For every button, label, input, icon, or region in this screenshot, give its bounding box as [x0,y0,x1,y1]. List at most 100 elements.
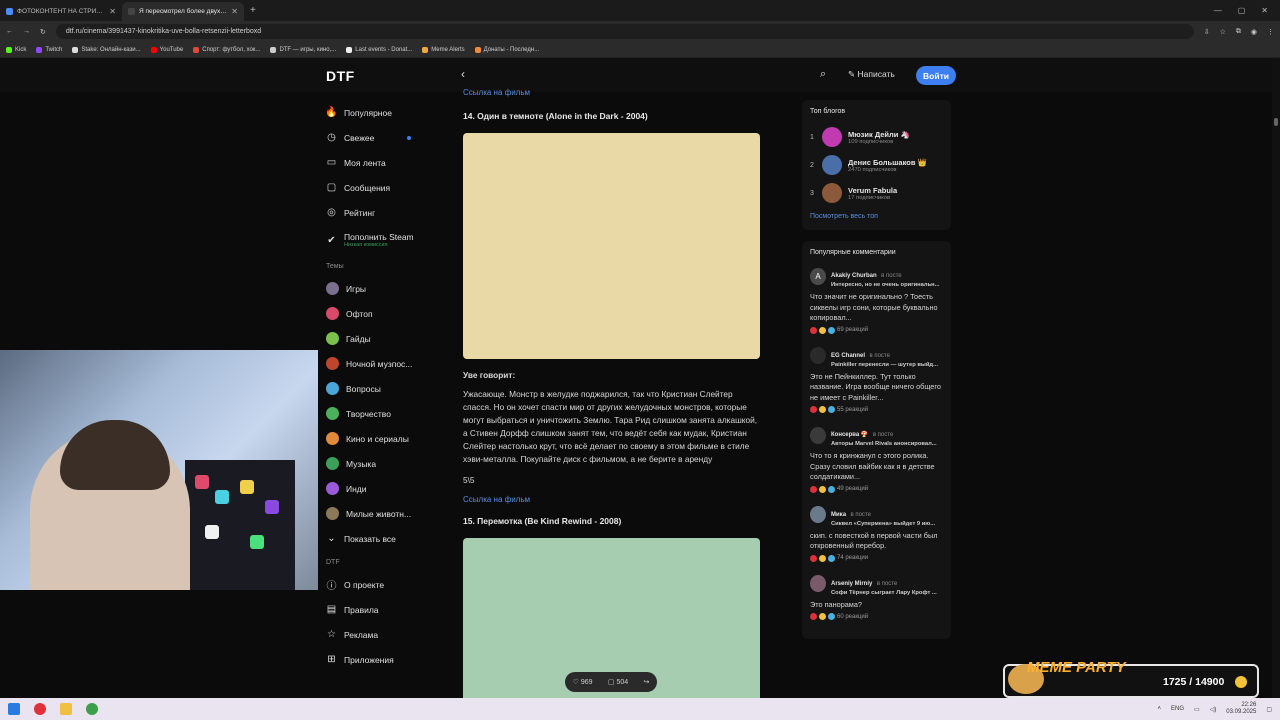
bookmark[interactable]: Kick [6,46,26,53]
notifications-icon[interactable]: ▢ [1266,706,1272,713]
write-button[interactable]: ✎ Написать [848,69,895,80]
browser-tab[interactable]: ФОТОКОНТЕНТ НА СТРИМ М ✕ [0,2,122,21]
sidebar-topic[interactable]: Вопросы [326,376,446,401]
topic-label: Инди [346,483,367,494]
reaction-emoji-icon [810,554,817,562]
comment-head: Arseniy Mirniy в посте Софи Тёрнер сыграе… [810,572,943,596]
bookmark[interactable]: Twitch [36,46,62,53]
page-scrollbar[interactable] [1272,58,1280,698]
sidebar-topic[interactable]: Игры [326,276,446,301]
comment-item[interactable]: A Akakiy Churban в посте Интересно, но не … [810,264,943,334]
bookmark-icon [346,46,353,53]
comment-post-title[interactable]: Сиквел «Супермена» выйдет 9 ию... [831,521,943,527]
windows-start-icon[interactable] [8,703,20,715]
bookmarks-bar: Kick Twitch Stake: Онлайн-кази... YouTub… [0,42,1280,58]
chevron-up-icon[interactable]: ˄ [1157,706,1161,712]
sidebar-dtf-item[interactable]: ▤ Правила [326,597,446,622]
login-button[interactable]: Войти [916,66,956,85]
comment-item[interactable]: EG Channel в посте Painkiller перенесли —… [810,344,943,413]
back-icon[interactable]: ← [6,28,13,35]
top-blog-item[interactable]: 1 Мюзик Дейли 🦄 109 подписчиков [810,123,943,151]
comment-item[interactable]: Arseniy Mirniy в посте Софи Тёрнер сыграе… [810,572,943,620]
minimize-icon[interactable]: — [1214,6,1222,15]
maximize-icon[interactable]: ▢ [1238,6,1246,15]
info-icon: ⓘ [326,581,337,592]
comment-post-title[interactable]: Софи Тёрнер сыграет Лару Крофт ... [831,590,943,596]
bookmark[interactable]: YouTube [150,46,183,53]
sidebar-item[interactable]: 🔥 Популярное [325,100,446,125]
like-button[interactable]: ♡ 969 [573,678,593,686]
comment-author[interactable]: EG Channel [831,353,865,359]
bookmark[interactable]: DTF — игры, кино,... [270,46,336,53]
comment-item[interactable]: Консерва 🍄 в посте Авторы Marvel Rivals а… [810,423,943,493]
new-tab-icon[interactable]: + [250,5,256,16]
extensions-icon[interactable]: ⧉ [1236,28,1241,36]
sidebar-item[interactable]: ◷ Свежее [326,125,446,150]
explorer-icon[interactable] [60,703,72,715]
sidebar-item-label: Правила [344,604,379,615]
top-blog-item[interactable]: 2 Денис Большаков 👑 2470 подписчиков [810,151,943,179]
bookmark[interactable]: Last events - Donat... [346,46,412,53]
film-link[interactable]: Ссылка на фильм [463,493,763,506]
sidebar-dtf-item[interactable]: ☆ Реклама [326,622,446,647]
comment-author[interactable]: Консерва 🍄 [831,432,868,438]
comment-post-title[interactable]: Авторы Marvel Rivals анонсировал... [831,441,943,447]
sidebar-topic[interactable]: Ночной музпос... [326,351,446,376]
back-arrow-icon[interactable]: ‹ [461,67,465,81]
search-icon[interactable]: ⌕ [820,68,826,81]
network-icon[interactable]: ▭ [1194,706,1200,713]
comment-author[interactable]: Akakiy Churban [831,273,877,279]
chrome-icon[interactable] [86,703,98,715]
reload-icon[interactable]: ↻ [40,28,46,36]
see-all-top-link[interactable]: Посмотреть весь топ [810,213,943,220]
volume-icon[interactable]: ◁) [1210,706,1217,713]
sidebar-item-label: Моя лента [344,157,386,168]
blog-rank: 1 [810,133,814,141]
sidebar-topic[interactable]: Милые животн... [326,501,446,526]
sidebar-item[interactable]: ◎ Рейтинг [326,200,446,225]
sidebar-topic[interactable]: Инди [326,476,446,501]
profile-icon[interactable]: ◉ [1251,28,1257,36]
star-icon[interactable]: ☆ [1220,28,1226,36]
comment-item[interactable]: Мика в посте Сиквел «Супермена» выйдет 9 … [810,503,943,562]
scroll-thumb[interactable] [1274,118,1278,126]
close-icon[interactable]: ✕ [231,7,238,16]
yandex-browser-icon[interactable] [34,703,46,715]
top-blog-item[interactable]: 3 Verum Fabula 17 подписчиков [810,179,943,207]
sidebar-topic[interactable]: Офтоп [326,301,446,326]
sidebar-item[interactable]: ▭ Моя лента [326,150,446,175]
sidebar-topic[interactable]: Гайды [326,326,446,351]
bookmark[interactable]: Донаты - Последн... [474,46,539,53]
sidebar-item[interactable]: ▢ Сообщения [326,175,446,200]
forward-icon[interactable]: → [23,28,30,35]
bookmark[interactable]: Meme Alerts [422,46,465,53]
sidebar-item-steam[interactable]: ✔ Пополнить Steam Низкая комиссия [326,225,446,255]
comment-author[interactable]: Arseniy Mirniy [831,581,872,587]
film-link-top[interactable]: Ссылка на фильм [463,86,763,99]
film-14-image[interactable] [463,133,760,359]
show-all-button[interactable]: ⌄ Показать все [326,526,446,551]
sidebar-topic[interactable]: Музыка [326,451,446,476]
browser-tab-active[interactable]: Я пересмотрел более двух сотен к ✕ [122,2,244,21]
comment-post-title[interactable]: Painkiller перенесли — шутер выйд... [831,362,943,368]
comments-button[interactable]: ▢ 504 [608,678,628,686]
reaction-count: 49 реакций [837,486,869,492]
sidebar-topic[interactable]: Творчество [326,401,446,426]
window-controls: — ▢ ✕ [1214,6,1280,15]
install-icon[interactable]: ⇩ [1204,28,1210,36]
url-field[interactable]: dtf.ru/cinema/3991437-kinokritika-uve-bo… [55,24,1194,39]
comment-author[interactable]: Мика [831,512,846,518]
comment-post-title[interactable]: Интересно, но не очень оригинальн... [831,282,943,288]
sidebar-topic[interactable]: Кино и сериалы [326,426,446,451]
sidebar-dtf-item[interactable]: ⓘ О проекте [326,572,446,597]
window-close-icon[interactable]: ✕ [1261,6,1268,15]
close-icon[interactable]: ✕ [109,7,116,16]
dtf-logo[interactable]: DTF [326,68,355,84]
clock[interactable]: 22:26 03.09.2025 [1226,702,1256,716]
language-indicator[interactable]: ENG [1171,706,1184,712]
share-icon[interactable]: ↪ [643,678,649,686]
bookmark[interactable]: Stake: Онлайн-кази... [72,46,141,53]
menu-icon[interactable]: ⋮ [1267,28,1274,36]
bookmark[interactable]: Спорт: футбол, хок... [193,46,260,53]
sidebar-dtf-item[interactable]: ⊞ Приложения [326,647,446,672]
